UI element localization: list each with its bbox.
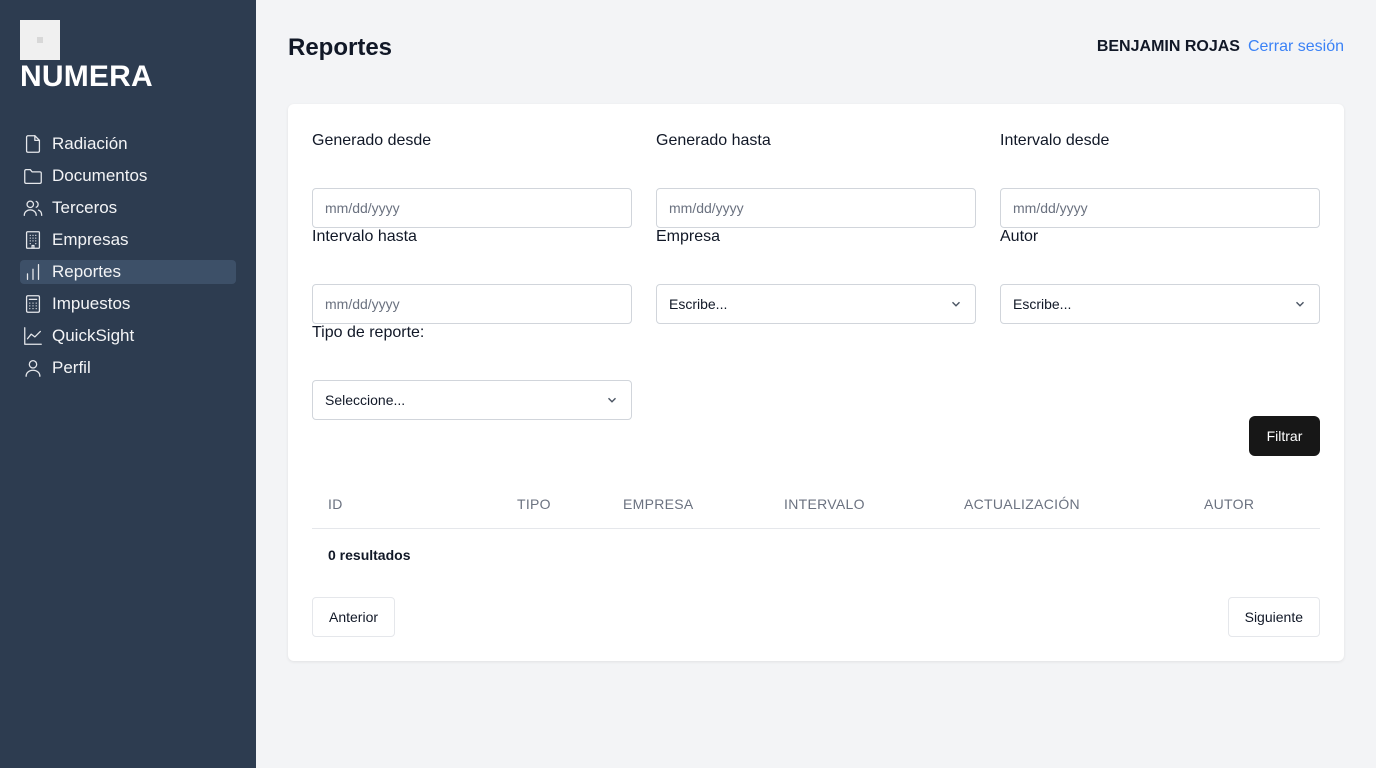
autor-select[interactable]: Escribe... — [1000, 284, 1320, 324]
intervalo-desde-input[interactable] — [1000, 188, 1320, 228]
tipo-reporte-field: Tipo de reporte: Seleccione... — [312, 324, 632, 420]
empresa-select-value: Escribe... — [669, 296, 728, 312]
sidebar-item-label: Empresas — [52, 230, 129, 249]
generado-desde-input[interactable] — [312, 188, 632, 228]
building-icon — [25, 231, 41, 249]
generado-hasta-label: Generado hasta — [656, 132, 771, 149]
logout-link[interactable]: Cerrar sesión — [1248, 38, 1344, 56]
sidebar-item-label: Terceros — [52, 198, 118, 217]
next-page-button[interactable]: Siguiente — [1227, 597, 1320, 637]
chevron-down-icon — [608, 397, 616, 403]
generado-desde-field: Generado desde — [312, 132, 632, 228]
generado-desde-label: Generado desde — [312, 132, 432, 149]
tipo-reporte-select-value: Seleccione... — [325, 392, 406, 408]
intervalo-hasta-field: Intervalo hasta — [312, 228, 632, 324]
column-header-tipo: TIPO — [517, 496, 551, 512]
sidebar-item-radiacion[interactable]: Radiación — [20, 132, 236, 156]
intervalo-hasta-label: Intervalo hasta — [312, 228, 417, 245]
empresa-field: Empresa Escribe... — [656, 228, 976, 324]
tipo-reporte-label: Tipo de reporte: — [312, 324, 425, 341]
chevron-down-icon — [952, 301, 960, 307]
users-icon — [23, 200, 43, 216]
calculator-icon — [25, 295, 41, 313]
sidebar-item-reportes[interactable]: Reportes — [20, 260, 236, 284]
sidebar-item-quicksight[interactable]: QuickSight — [20, 324, 236, 348]
folder-icon — [24, 168, 42, 184]
logo-image — [20, 20, 60, 60]
tipo-reporte-select[interactable]: Seleccione... — [312, 380, 632, 420]
bar-chart-icon — [26, 264, 40, 280]
column-header-intervalo: INTERVALO — [784, 496, 865, 512]
filter-button[interactable]: Filtrar — [1249, 416, 1320, 456]
sidebar-item-label: Impuestos — [52, 294, 131, 313]
sidebar-item-label: Reportes — [52, 262, 121, 281]
sidebar-item-perfil[interactable]: Perfil — [20, 356, 236, 380]
sidebar-item-impuestos[interactable]: Impuestos — [20, 292, 236, 316]
autor-label: Autor — [1000, 228, 1039, 245]
chevron-down-icon — [1296, 301, 1304, 307]
sidebar-item-terceros[interactable]: Terceros — [20, 196, 236, 220]
result-count: 0 resultados — [328, 547, 411, 563]
sidebar-item-empresas[interactable]: Empresas — [20, 228, 236, 252]
user-icon — [25, 360, 41, 377]
user-area: BENJAMIN ROJAS Cerrar sesión — [1097, 38, 1344, 56]
main-content: Reportes BENJAMIN ROJAS Cerrar sesión Ge… — [256, 0, 1376, 768]
sidebar-nav: Radiación Documentos Terceros Empresas R… — [20, 132, 236, 388]
intervalo-hasta-input[interactable] — [312, 284, 632, 324]
sidebar-item-label: Radiación — [52, 134, 128, 153]
brand-name: NUMERA — [20, 60, 153, 93]
column-header-empresa: EMPRESA — [623, 496, 694, 512]
line-chart-icon — [24, 327, 42, 345]
column-header-autor: AUTOR — [1204, 496, 1255, 512]
sidebar-item-label: Documentos — [52, 166, 148, 185]
column-header-id: ID — [328, 496, 343, 512]
reports-card: Generado desde Generado hasta Intervalo … — [288, 104, 1344, 661]
generado-hasta-input[interactable] — [656, 188, 976, 228]
intervalo-desde-label: Intervalo desde — [1000, 132, 1110, 149]
page-title: Reportes — [288, 34, 393, 61]
sidebar-item-documentos[interactable]: Documentos — [20, 164, 236, 188]
reports-table: ID TIPO EMPRESA INTERVALO ACTUALIZACIÓN … — [312, 484, 1320, 563]
column-header-actualizacion: ACTUALIZACIÓN — [964, 496, 1080, 512]
empresa-label: Empresa — [656, 228, 721, 245]
table-header: ID TIPO EMPRESA INTERVALO ACTUALIZACIÓN … — [312, 484, 1320, 529]
generado-hasta-field: Generado hasta — [656, 132, 976, 228]
sidebar-item-label: QuickSight — [52, 326, 135, 345]
previous-page-button[interactable]: Anterior — [312, 597, 396, 637]
empresa-select[interactable]: Escribe... — [656, 284, 976, 324]
user-name: BENJAMIN ROJAS — [1096, 38, 1240, 55]
file-icon — [25, 135, 41, 153]
sidebar-item-label: Perfil — [52, 358, 91, 377]
autor-field: Autor Escribe... — [1000, 228, 1320, 324]
intervalo-desde-field: Intervalo desde — [1000, 132, 1320, 228]
autor-select-value: Escribe... — [1013, 296, 1072, 312]
sidebar: NUMERA Radiación Documentos Terceros Emp… — [0, 0, 256, 768]
